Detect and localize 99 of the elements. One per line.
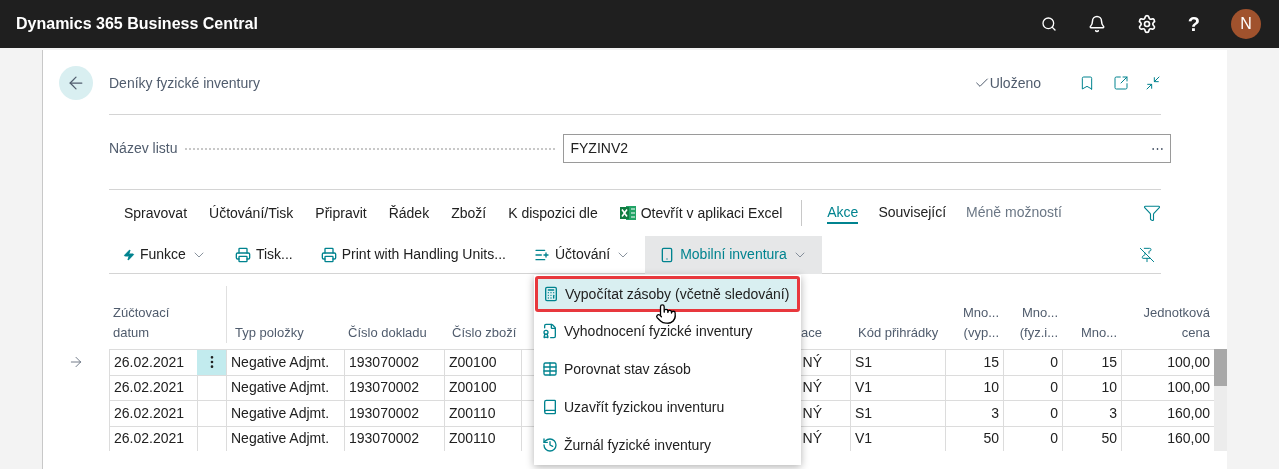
table-cell-text: 0 <box>1050 429 1058 449</box>
menu-item[interactable]: Žurnál fyzické inventury <box>534 426 801 464</box>
history-icon <box>542 437 558 453</box>
filter-icon[interactable] <box>1143 204 1161 222</box>
settings-icon[interactable] <box>1136 14 1157 34</box>
view-tab[interactable]: Akce <box>827 202 859 224</box>
bookmark-icon[interactable] <box>1079 75 1095 91</box>
column-header[interactable]: Typ položky <box>235 323 304 343</box>
column-header[interactable]: Číslo zboží <box>452 323 517 343</box>
table-cell-text: 160,00 <box>1167 429 1210 449</box>
help-button[interactable]: ? <box>1187 9 1200 39</box>
table-cell-text: 0 <box>1050 378 1058 398</box>
printer-icon <box>320 246 337 263</box>
table-cell-text: 26.02.2021 <box>114 403 185 423</box>
table-cell-text: 100,00 <box>1167 352 1210 372</box>
lightning-icon <box>123 248 135 261</box>
calculator-icon <box>543 286 559 302</box>
table-cell-text: 10 <box>983 378 999 398</box>
action-button[interactable]: Funkce <box>109 235 221 274</box>
spreadsheet-icon <box>619 205 637 221</box>
table-cell-text: V1 <box>855 429 873 449</box>
table-cell-text: Z00100 <box>449 378 497 398</box>
notification-bell-icon[interactable] <box>1087 15 1106 33</box>
menu-tab[interactable]: Připravit <box>315 202 367 224</box>
unpin-icon[interactable] <box>1139 246 1155 263</box>
table-cell-text: Negative Adjmt. <box>231 352 330 372</box>
table-cell-text: 26.02.2021 <box>114 352 185 372</box>
certificate-icon <box>542 323 558 339</box>
table-cell-text: Negative Adjmt. <box>231 429 330 449</box>
table-cell-text: 26.02.2021 <box>114 429 185 449</box>
table-cell-text: 10 <box>1101 378 1117 398</box>
action-button[interactable]: Mobilní inventura <box>645 235 822 274</box>
column-header[interactable]: Mno... <box>1066 323 1117 343</box>
table-cell-text: 3 <box>991 403 999 423</box>
table-cell-text: NÝ <box>802 403 822 423</box>
column-header[interactable]: ace <box>801 323 846 343</box>
view-tab[interactable]: Méně možností <box>966 202 1062 224</box>
column-header[interactable]: Mno... (vyp... <box>949 303 999 343</box>
action-button[interactable]: Tisk... <box>220 235 307 274</box>
field-label: Název listu <box>109 139 178 158</box>
menu-item[interactable]: Uzavřít fyzickou inventuru <box>534 388 801 426</box>
table-cell-text: Negative Adjmt. <box>231 403 330 423</box>
action-button[interactable]: Print with Handling Units... <box>306 235 520 274</box>
table-icon <box>542 361 558 377</box>
table-cell-text: S1 <box>855 352 873 372</box>
table-cell-text: NÝ <box>802 378 822 398</box>
table-cell-text: 100,00 <box>1167 378 1210 398</box>
table-cell-text: Z00110 <box>449 429 496 449</box>
back-button[interactable] <box>59 66 93 100</box>
sheet-name-field[interactable]: FYZINV2 ⋯ <box>563 134 1171 163</box>
table-cell-text: 193070002 <box>349 429 420 449</box>
table-cell-text: V1 <box>855 378 873 398</box>
menu-item[interactable]: Vypočítat zásoby (včetně sledování) <box>535 276 800 312</box>
hand-cursor-icon <box>655 303 677 325</box>
save-status: Uloženo <box>989 73 1041 93</box>
column-header[interactable]: Kód přihrádky <box>858 323 941 343</box>
search-icon[interactable] <box>1040 16 1057 32</box>
table-cell-text: 3 <box>1109 403 1117 423</box>
collapse-icon[interactable] <box>1145 75 1161 91</box>
table-cell-text: 0 <box>1050 403 1058 423</box>
table-cell-text: 193070002 <box>349 352 420 372</box>
open-window-icon[interactable] <box>1113 75 1129 91</box>
book-icon <box>542 399 558 415</box>
column-header[interactable]: Zúčtovací datum <box>113 303 193 343</box>
table-cell-text: 193070002 <box>349 378 420 398</box>
menu-tab[interactable]: K dispozici dle <box>508 202 598 224</box>
table-cell-text: 50 <box>1101 429 1117 449</box>
menu-tab[interactable]: Účtování/Tisk <box>209 202 294 224</box>
menu-tab[interactable]: Spravovat <box>124 202 188 224</box>
table-cell-text: 26.02.2021 <box>114 378 185 398</box>
column-header[interactable]: Jednotková cena <box>1125 303 1210 343</box>
table-cell-text: 50 <box>983 429 999 449</box>
table-cell-text: 15 <box>983 352 999 372</box>
table-cell-text: Z00110 <box>449 403 496 423</box>
menu-tab[interactable]: Řádek <box>388 202 430 224</box>
app-title: Dynamics 365 Business Central <box>16 14 258 34</box>
user-avatar[interactable]: N <box>1231 9 1261 39</box>
table-cell-text: 0 <box>1050 352 1058 372</box>
table-cell-text: Negative Adjmt. <box>231 378 330 398</box>
menu-tab[interactable]: Otevřít v aplikaci Excel <box>619 202 783 224</box>
column-header[interactable]: Mno... (fyz.i... <box>1007 303 1058 343</box>
table-cell-text: Z00100 <box>449 352 497 372</box>
menu-item[interactable]: Porovnat stav zásob <box>534 350 801 388</box>
menu-tab[interactable]: Zboží <box>451 202 487 224</box>
table-cell-text: 193070002 <box>349 403 420 423</box>
table-cell-text: 160,00 <box>1167 403 1210 423</box>
more-options-button[interactable]: ⋯ <box>1151 138 1164 159</box>
table-cell-text: 15 <box>1101 352 1117 372</box>
menu-item[interactable]: Vyhodnocení fyzické inventury <box>534 312 801 350</box>
view-tab[interactable]: Související <box>878 202 947 224</box>
table-cell-text: NÝ <box>802 429 822 449</box>
table-cell-text: NÝ <box>802 352 822 372</box>
action-button[interactable]: Účtování <box>519 235 646 274</box>
column-header[interactable]: Číslo dokladu <box>348 323 440 343</box>
scrollbar-thumb[interactable] <box>1214 349 1227 386</box>
printer-icon <box>234 246 251 263</box>
scrollbar[interactable] <box>1214 349 1227 451</box>
page-title: Deníky fyzické inventury <box>109 73 260 93</box>
table-cell-text: S1 <box>855 403 873 423</box>
